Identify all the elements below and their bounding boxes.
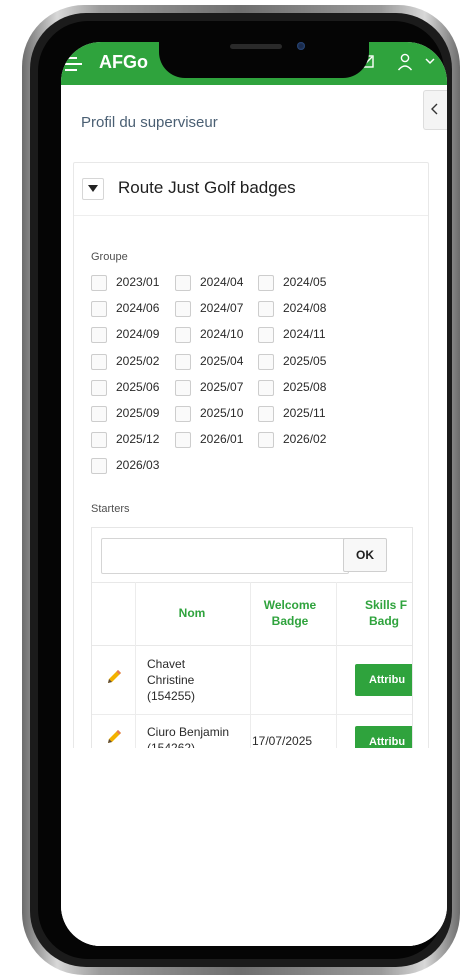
checkbox[interactable]	[175, 379, 191, 396]
starter-name-line: Christine	[147, 673, 195, 687]
checkbox-label: 2025/07	[200, 379, 244, 394]
column-header-welcome-badge[interactable]: Welcome Badge	[250, 597, 330, 629]
checkbox-label: 2025/12	[116, 432, 160, 447]
checkbox[interactable]	[258, 275, 274, 291]
checkbox[interactable]	[91, 301, 107, 318]
speaker-grille	[230, 44, 282, 49]
checkbox[interactable]	[175, 353, 191, 370]
triangle-down-icon	[88, 185, 98, 192]
checkbox[interactable]	[258, 353, 274, 370]
blank-area	[61, 748, 447, 946]
checkbox-label: 2025/04	[200, 353, 244, 368]
table-header: Nom Welcome Badge Skills F Badg	[92, 582, 412, 646]
edit-pencil-icon[interactable]	[105, 728, 123, 746]
checkbox-label: 2025/10	[200, 406, 244, 420]
column-header-skills-badge[interactable]: Skills F Badg	[355, 597, 412, 629]
checkbox[interactable]	[175, 275, 191, 291]
phone-screen: AFGo Profil du superviseur Route Just Go…	[61, 42, 447, 946]
checkbox[interactable]	[91, 432, 107, 449]
starter-name: Chavet Christine (154255)	[147, 656, 195, 704]
checkbox-label: 2025/08	[283, 379, 327, 394]
checkbox-label: 2024/05	[283, 275, 327, 289]
checkbox[interactable]	[91, 327, 107, 344]
checkbox-label: 2024/04	[200, 275, 244, 289]
checkbox-label: 2026/02	[283, 432, 327, 447]
checkbox-label: 2025/02	[116, 353, 160, 368]
checkbox[interactable]	[91, 458, 107, 475]
column-header-welcome-line1: Welcome	[263, 598, 317, 612]
checkbox[interactable]	[91, 406, 107, 422]
ok-button[interactable]: OK	[343, 538, 387, 572]
starter-id: (154255)	[147, 689, 196, 703]
page-title: Profil du superviseur	[81, 114, 218, 131]
checkbox-label: 2025/11	[283, 406, 326, 420]
welcome-badge-date: 17/07/2025	[252, 734, 313, 748]
checkbox-label: 2025/09	[116, 406, 160, 420]
starters-label: Starters	[91, 503, 130, 515]
search-input[interactable]	[101, 538, 349, 574]
region-header: Route Just Golf badges	[74, 163, 428, 216]
chevron-left-icon	[431, 103, 438, 115]
checkbox[interactable]	[258, 432, 274, 449]
checkbox[interactable]	[91, 379, 107, 396]
camera-icon	[297, 42, 305, 50]
checkbox[interactable]	[175, 301, 191, 318]
starter-name-line: Chavet	[147, 657, 186, 671]
checkbox[interactable]	[258, 301, 274, 318]
checkbox[interactable]	[175, 432, 191, 449]
checkbox-label: 2026/03	[116, 458, 160, 473]
chevron-down-icon[interactable]	[425, 57, 435, 65]
edit-pencil-icon[interactable]	[105, 668, 123, 686]
phone-notch	[159, 42, 369, 78]
app-brand[interactable]: AFGo	[99, 52, 148, 73]
checkbox[interactable]	[91, 353, 107, 370]
checkbox-label: 2025/06	[116, 379, 160, 394]
collapse-button[interactable]	[82, 178, 104, 200]
groupe-label: Groupe	[91, 251, 128, 263]
column-header-welcome-line2: Badge	[271, 614, 309, 628]
checkbox[interactable]	[175, 406, 191, 422]
checkbox[interactable]	[175, 327, 191, 344]
checkbox-label: 2025/05	[283, 353, 327, 368]
checkbox-label: 2024/10	[200, 327, 244, 342]
attribuer-button[interactable]: Attribu	[355, 664, 412, 696]
table-row: Chavet Christine (154255) Attribu	[92, 644, 412, 715]
checkbox-label: 2024/07	[200, 301, 244, 316]
checkbox[interactable]	[258, 379, 274, 396]
starter-name-line: Ciuro Benjamin	[147, 725, 230, 739]
checkbox-label: 2024/06	[116, 301, 160, 316]
checkbox[interactable]	[91, 275, 107, 291]
user-icon[interactable]	[397, 53, 413, 71]
column-header-skills-line2: Badg	[369, 614, 399, 628]
checkbox-label: 2024/11	[283, 327, 326, 342]
region-title: Route Just Golf badges	[118, 178, 296, 197]
checkbox-label: 2024/09	[116, 327, 160, 342]
menu-icon[interactable]	[65, 56, 83, 72]
side-panel-toggle[interactable]	[423, 90, 447, 130]
column-header-skills-line1: Skills F	[365, 598, 408, 612]
column-header-nom[interactable]: Nom	[147, 605, 237, 621]
checkbox[interactable]	[258, 327, 274, 344]
checkbox-label: 2023/01	[116, 275, 160, 289]
checkbox[interactable]	[258, 406, 274, 422]
checkbox-label: 2024/08	[283, 301, 327, 316]
checkbox-label: 2026/01	[200, 432, 244, 447]
